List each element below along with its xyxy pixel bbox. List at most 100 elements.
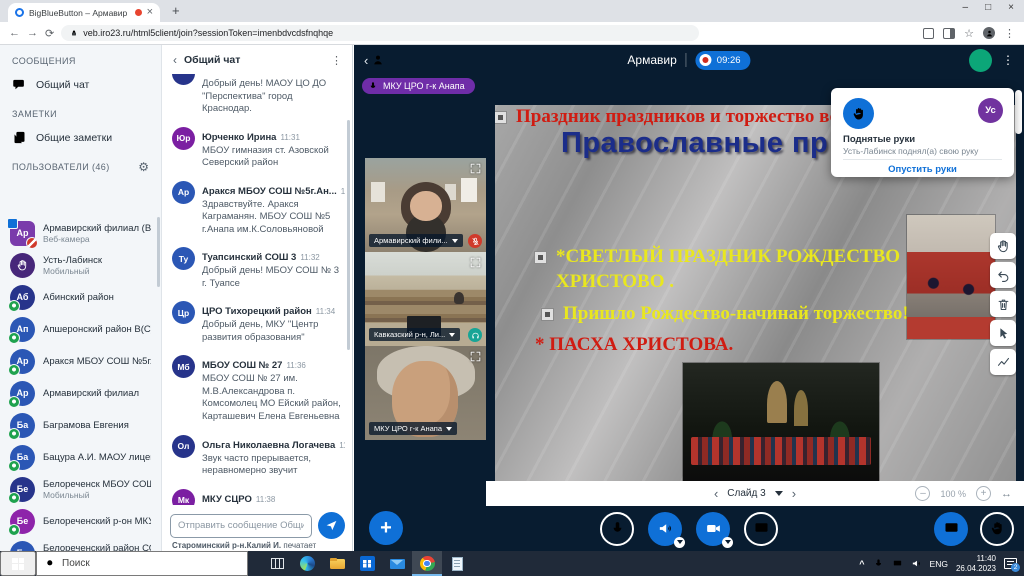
actions-plus-button[interactable]: + — [369, 511, 403, 545]
chat-message-input[interactable] — [170, 514, 312, 538]
user-list-item[interactable]: Бе Белореченский район СОШ5 Мобильный — [0, 537, 161, 551]
user-list-item[interactable]: Аб Абинский район — [0, 281, 161, 313]
media-control-icon[interactable] — [923, 28, 934, 39]
raise-hand-button[interactable] — [980, 512, 1014, 546]
webcam-label[interactable]: МКУ ЦРО г-к Анапа — [369, 422, 457, 435]
tab-close-icon[interactable]: × — [147, 7, 153, 18]
user-initials: Бе — [17, 484, 28, 494]
whiteboard-tool-button[interactable] — [990, 233, 1016, 259]
mic-icon[interactable] — [873, 558, 884, 569]
previous-slide-button[interactable]: ‹ — [714, 486, 718, 501]
user-list-item[interactable]: Ба Баграмова Евгения — [0, 409, 161, 441]
screenshare-button[interactable] — [744, 512, 778, 546]
chat-header: ‹ Общий чат ⋮ — [163, 45, 352, 73]
taskbar-app-button[interactable] — [382, 551, 412, 576]
message-author: ЦРО Тихорецкий район — [202, 306, 312, 317]
fit-to-width-button[interactable]: ↔ — [1001, 488, 1012, 500]
hand-icon — [989, 520, 1006, 537]
user-list-item[interactable]: Ар Армавирский филиал (Вы) Веб-камера — [0, 217, 161, 249]
network-icon[interactable] — [892, 558, 903, 569]
url-field[interactable]: veb.iro23.ru/html5client/join?sessionTok… — [61, 25, 699, 41]
user-list-item[interactable]: Ап Апшеронский район В(С)ОШ№1 — [0, 313, 161, 345]
audio-options-chevron-icon[interactable] — [674, 537, 685, 548]
whiteboard-tool-button[interactable] — [990, 291, 1016, 317]
user-initials: Ба — [17, 420, 28, 430]
reload-button[interactable]: ⟳ — [45, 27, 54, 40]
webcam-tile[interactable]: МКУ ЦРО г-к Анапа — [365, 346, 486, 440]
whiteboard-tool-button[interactable] — [990, 349, 1016, 375]
lower-hands-button[interactable]: Опустить руки — [831, 164, 1014, 175]
tray-date: 26.04.2023 — [956, 564, 996, 574]
taskbar-app-button[interactable] — [352, 551, 382, 576]
message-avatar: Ту — [172, 247, 195, 270]
zoom-out-button[interactable]: – — [915, 486, 930, 501]
gear-icon[interactable]: ⚙ — [138, 161, 149, 173]
webcam-options-chevron-icon[interactable] — [722, 537, 733, 548]
webcam-label[interactable]: Армавирский фили... — [369, 234, 463, 247]
bookmark-star-icon[interactable]: ☆ — [964, 27, 974, 40]
fullscreen-icon[interactable] — [469, 350, 482, 363]
window-minimize-button[interactable]: – — [963, 2, 969, 13]
presentation-toolbar: ‹ Слайд 3 › – 100 % + ↔ — [486, 481, 1024, 506]
chevron-down-icon — [452, 239, 458, 243]
windows-logo-icon — [12, 558, 24, 570]
presentation-scrollbar[interactable] — [1015, 90, 1022, 134]
browser-menu-icon[interactable]: ⋮ — [1004, 27, 1015, 40]
chat-scrollbar[interactable] — [347, 120, 350, 350]
zoom-in-button[interactable]: + — [976, 486, 991, 501]
user-list-scrollbar[interactable] — [157, 217, 160, 287]
taskbar-search[interactable]: Поиск — [36, 551, 248, 576]
user-list-item[interactable]: Ар Армавирский филиал — [0, 377, 161, 409]
user-initials: Ар — [17, 388, 29, 398]
chevron-down-icon[interactable] — [775, 491, 783, 496]
webcam-tile[interactable]: Кавказский р-н, Ли... — [365, 252, 486, 346]
chat-message-list[interactable]: Добрый день! МАОУ ЦО ДО "Перспектива" го… — [163, 74, 345, 505]
fullscreen-icon[interactable] — [469, 162, 482, 175]
sidebar-item-public-chat[interactable]: Общий чат — [0, 71, 161, 98]
slide-number-label[interactable]: Слайд 3 — [727, 488, 765, 499]
options-menu-icon[interactable]: ⋮ — [1002, 53, 1014, 67]
forward-button[interactable]: → — [27, 27, 38, 39]
connection-status-button[interactable] — [969, 49, 992, 72]
user-list-item[interactable]: Бе Белореченский р-он МКУ ЦРО — [0, 505, 161, 537]
profile-avatar[interactable] — [983, 27, 995, 39]
taskbar-app-button[interactable] — [322, 551, 352, 576]
webcam-label[interactable]: Кавказский р-н, Ли... — [369, 328, 460, 341]
volume-icon[interactable] — [911, 558, 922, 569]
whiteboard-tool-button[interactable] — [990, 320, 1016, 346]
window-maximize-button[interactable]: □ — [985, 2, 991, 13]
user-list-item[interactable]: Ар Аракся МБОУ СОШ №5г.Анапа — [0, 345, 161, 377]
chat-menu-icon[interactable]: ⋮ — [331, 54, 342, 67]
chat-back-icon[interactable]: ‹ — [173, 53, 177, 67]
webcam-button[interactable] — [696, 512, 730, 546]
tray-expand-icon[interactable]: ^ — [859, 559, 864, 569]
user-list-item[interactable]: Ус Усть-Лабинск Мобильный — [0, 249, 161, 281]
notifications-icon[interactable]: 2 — [1004, 558, 1017, 569]
send-message-button[interactable] — [318, 512, 345, 539]
clock[interactable]: 11:40 26.04.2023 — [956, 554, 996, 574]
sidebar-item-shared-notes[interactable]: Общие заметки — [0, 124, 161, 151]
share-icon[interactable] — [943, 28, 955, 39]
user-list-item[interactable]: Ба Бацура А.И. МАОУ лицей 12 — [0, 441, 161, 473]
taskbar-app-button[interactable] — [412, 551, 442, 576]
recording-indicator[interactable]: 09:26 — [696, 51, 751, 70]
taskbar-app-button[interactable] — [262, 551, 292, 576]
next-slide-button[interactable]: › — [792, 486, 796, 501]
whiteboard-tool-button[interactable] — [990, 262, 1016, 288]
webcam-tile[interactable]: Армавирский фили... — [365, 158, 486, 252]
taskbar-app-button[interactable] — [292, 551, 322, 576]
fullscreen-icon[interactable] — [469, 256, 482, 269]
toggle-user-list-button[interactable]: ‹ — [364, 53, 385, 68]
start-button[interactable] — [0, 551, 36, 576]
audio-button[interactable] — [648, 512, 682, 546]
taskbar-app-button[interactable] — [442, 551, 472, 576]
back-button[interactable]: ← — [9, 27, 20, 39]
talking-indicator[interactable]: МКУ ЦРО г-к Анапа — [362, 78, 475, 94]
mute-button[interactable] — [600, 512, 634, 546]
browser-tab[interactable]: BigBlueButton – Армавир - × — [8, 3, 160, 22]
minimize-presentation-button[interactable] — [934, 512, 968, 546]
window-close-button[interactable]: × — [1008, 2, 1014, 13]
user-list-item[interactable]: Бе Белореченск МБОУ СОШ 2323 Мобильный — [0, 473, 161, 505]
new-tab-button[interactable]: + — [172, 3, 180, 18]
language-indicator[interactable]: ENG — [930, 559, 948, 569]
